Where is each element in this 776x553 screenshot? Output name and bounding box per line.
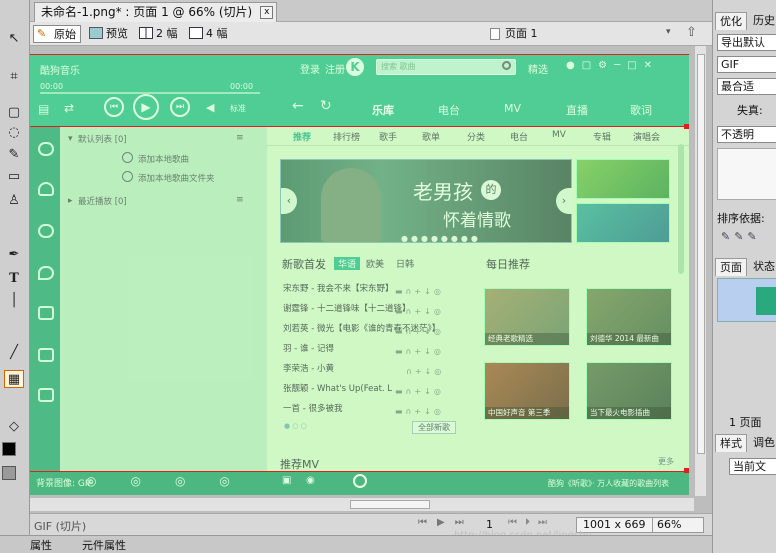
page-selector[interactable]: 页面 1 [505,25,538,42]
page-dropdown-chevron-icon[interactable]: ▾ [666,27,671,37]
tools-panel: ↖ ⌗ ▢ ◌ ✎ ▭ ♙ ✒ T │ ╱ ▦ ◇ [0,0,30,553]
paint-bucket-icon[interactable]: ◇ [4,418,24,436]
page-thumb-preview [756,287,776,315]
pencil-icon: ✎ [37,27,47,40]
tab-styles[interactable]: 样式 [715,434,747,452]
document-tab-title: 未命名-1.png* : 页面 1 @ 66% (切片) [41,5,253,19]
slice-handle[interactable] [684,468,689,473]
slice-guide-top [30,54,689,55]
color-edit-icons[interactable]: ✎✎✎ [721,230,761,243]
optimize-tabs: 优化 历史 [713,12,776,30]
footer-tab-symbol-properties[interactable]: 元件属性 [82,537,126,553]
view-original-label: 原始 [54,28,76,41]
text-tool-icon[interactable]: T [4,270,24,288]
loss-label: 失真: [737,104,763,117]
sort-label: 排序依据: [717,212,765,225]
tab-swatches[interactable]: 调色 [749,434,776,452]
tab-pages[interactable]: 页面 [715,258,747,276]
style-select[interactable]: 当前文 [729,458,776,475]
lasso-tool-icon[interactable]: ◌ [4,124,24,142]
frame-nav-icons[interactable]: ⏮⏵⏭ [508,517,555,528]
line-tool-icon[interactable]: ╱ [4,344,24,362]
slice-guide-header [30,126,689,127]
footer-tab-properties[interactable]: 属性 [30,537,52,553]
four-up-icon [189,27,203,39]
zoom-select[interactable]: 66% [652,517,704,533]
two-up-icon [139,27,153,39]
view-toolbar: ✎ 原始 预览 2 幅 4 幅 页面 1 ▾ ⇧ [30,22,712,46]
eraser-tool-icon[interactable]: ▭ [4,168,24,186]
page-icon [490,28,500,40]
brush-tool-icon[interactable]: ✎ [4,146,24,164]
slice-guide-footer [30,471,689,472]
horizontal-scroll-thumb[interactable] [350,500,430,509]
document-tabbar: 未命名-1.png* : 页面 1 @ 66% (切片) x [30,0,712,22]
fill-color-swatch[interactable] [2,466,16,480]
vertical-scroll-thumb[interactable] [697,54,705,454]
tab-history[interactable]: 历史 [749,12,776,30]
view-2up-button[interactable]: 2 幅 [136,25,182,43]
select-tool-icon[interactable]: ▢ [4,104,24,122]
view-preview-button[interactable]: 预览 [86,25,132,43]
status-slice-label: GIF (切片) [34,520,87,533]
canvas-horizontal-scrollbar[interactable] [30,497,694,511]
canvas-vertical-scrollbar[interactable] [694,46,706,496]
slice-tool-icon[interactable]: ▦ [4,370,24,388]
tab-states[interactable]: 状态 [749,258,776,276]
style-tabs: 样式 调色 [713,434,776,452]
crop-tool-icon[interactable]: ⌗ [4,68,24,86]
view-4up-button[interactable]: 4 幅 [186,25,232,43]
design-canvas[interactable]: 酷狗音乐 登录 注册 K 搜索 歌曲 精选 ●□⚙─□✕ 00:00 00:00… [30,54,689,495]
slice-overlay[interactable] [30,54,689,495]
upload-arrow-icon[interactable]: ⇧ [686,25,697,40]
tab-optimize[interactable]: 优化 [715,12,747,30]
properties-footer: 属性 元件属性 [0,535,776,553]
pointer-tool-icon[interactable]: ↖ [4,30,24,48]
pages-tabs: 页面 状态 [713,258,776,276]
knife-tool-icon[interactable]: │ [4,292,24,310]
transparency-select[interactable]: 不透明 [717,126,776,143]
page-nav-icons[interactable]: ⏮▶⏭ [418,517,474,528]
color-table[interactable] [717,148,776,200]
status-bar: GIF (切片) ⏮▶⏭ 1 ⏮⏵⏭ 1001 x 669 66% http:/… [30,513,712,541]
document-tab[interactable]: 未命名-1.png* : 页面 1 @ 66% (切片) x [34,2,278,22]
right-panel: 优化 历史 导出默认 GIF 最合适 失真: 不透明 排序依据: ✎✎✎ 页面 … [712,0,776,553]
close-tab-icon[interactable]: x [260,6,274,19]
stamp-tool-icon[interactable]: ♙ [4,192,24,210]
format-select[interactable]: GIF [717,56,776,73]
image-icon [89,27,103,39]
view-original-button[interactable]: ✎ 原始 [33,25,81,43]
palette-select[interactable]: 最合适 [717,78,776,95]
stroke-color-swatch[interactable] [2,442,16,456]
view-2up-label: 2 幅 [156,27,178,40]
pen-tool-icon[interactable]: ✒ [4,246,24,264]
page-thumbnail[interactable] [717,278,776,322]
view-preview-label: 预览 [106,27,128,40]
view-4up-label: 4 幅 [206,27,228,40]
slice-handle[interactable] [684,124,689,129]
export-preset-select[interactable]: 导出默认 [717,34,776,51]
page-item-label[interactable]: 1 页面 [729,414,762,430]
